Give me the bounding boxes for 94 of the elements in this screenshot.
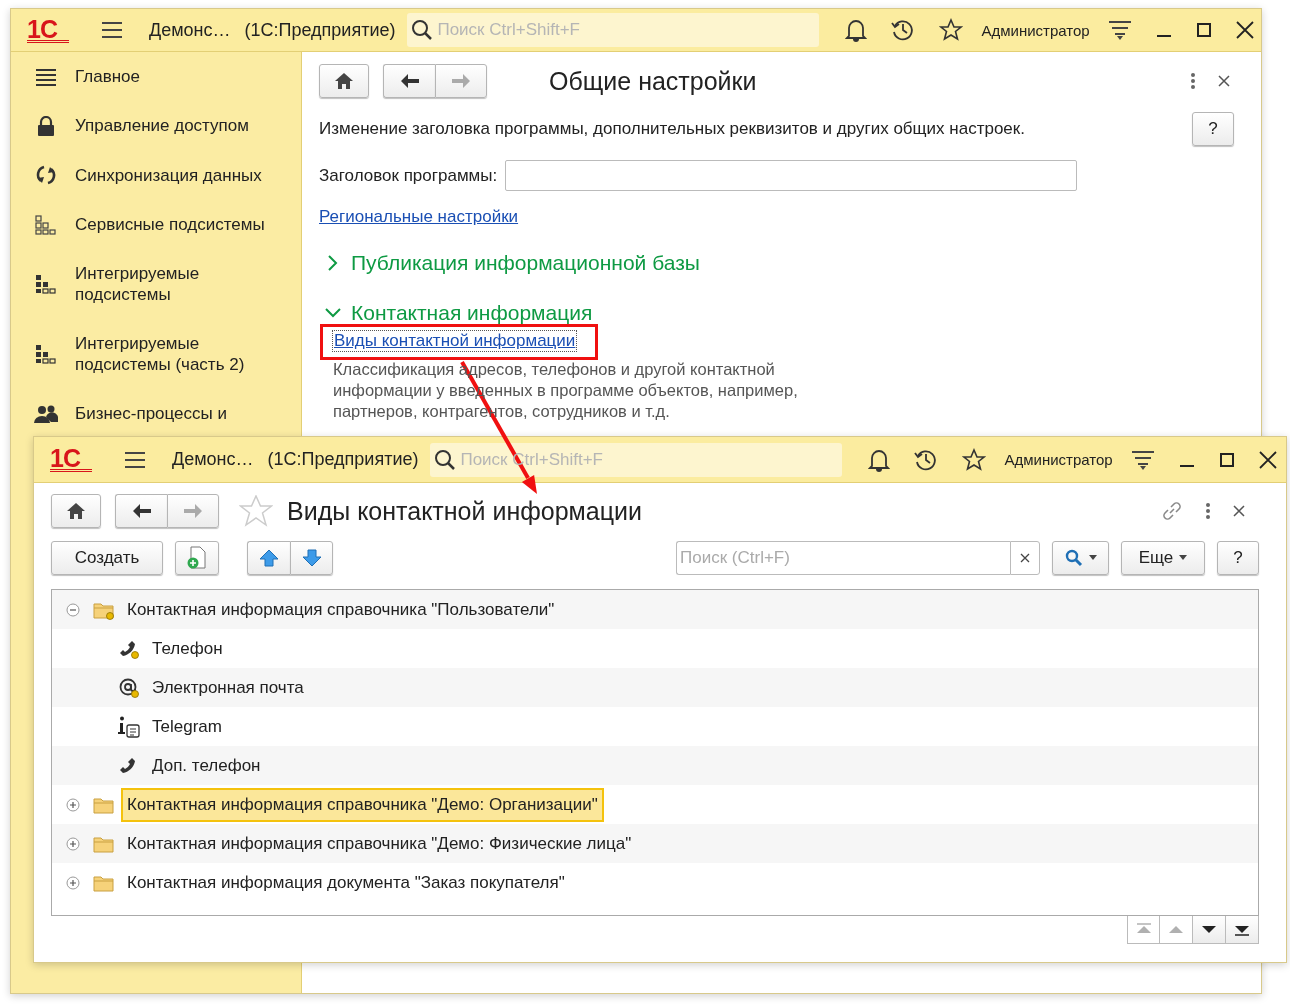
field-label: Заголовок программы: — [319, 165, 498, 186]
new-document-icon — [186, 545, 208, 570]
move-up-button[interactable] — [247, 540, 290, 575]
home-button[interactable] — [51, 494, 101, 528]
scroll-down-button[interactable] — [1193, 916, 1226, 944]
bell-icon[interactable] — [868, 447, 891, 472]
filter-icon[interactable] — [1107, 19, 1132, 41]
tree-item[interactable]: Телефон — [146, 631, 229, 666]
help-button[interactable]: ? — [1192, 112, 1234, 146]
bell-icon[interactable] — [845, 18, 868, 42]
sidebar-item[interactable]: Интегрируемые подсистемы — [75, 263, 285, 305]
app-logo: 1С — [50, 447, 92, 472]
program-title-field[interactable] — [505, 160, 1078, 191]
tree-item[interactable]: Электронная почта — [146, 670, 310, 705]
up-arrow-icon — [1167, 923, 1185, 936]
arrow-right-icon — [183, 503, 203, 519]
form-title: Общие настройки — [549, 66, 757, 96]
home-button[interactable] — [319, 64, 369, 98]
global-search-field[interactable]: Поиск Ctrl+Shift+F — [407, 13, 820, 47]
user-name[interactable]: Администратор — [981, 21, 1090, 39]
expand-icon[interactable] — [66, 875, 80, 890]
search-icon — [1064, 548, 1083, 567]
collapse-icon[interactable] — [66, 602, 80, 617]
tree-item[interactable]: Контактная информация справочника "Демо: Организации" — [121, 787, 604, 822]
back-button[interactable] — [115, 494, 167, 528]
search-button[interactable] — [1052, 540, 1109, 575]
form-title: Виды контактной информации — [287, 496, 642, 526]
home-icon — [66, 502, 86, 520]
arrow-left-icon — [399, 73, 420, 89]
list-search-field[interactable]: Поиск (Ctrl+F) — [676, 540, 1010, 575]
form-description: Изменение заголовка программы, дополнительных реквизитов и других общих настроек. — [319, 119, 1025, 139]
tree-item[interactable]: Доп. телефон — [146, 748, 267, 783]
arrow-down-icon — [301, 548, 322, 567]
star-icon[interactable] — [939, 18, 964, 42]
close-icon[interactable] — [1233, 505, 1245, 517]
grid-icon — [34, 214, 58, 235]
section-header[interactable]: Контактная информация — [325, 301, 593, 325]
search-icon[interactable] — [411, 19, 434, 41]
add-document-button[interactable] — [175, 540, 219, 575]
menu-icon[interactable] — [100, 21, 123, 39]
down-arrow-icon — [1200, 923, 1218, 936]
blocks-icon — [34, 344, 58, 364]
close-icon[interactable] — [1235, 21, 1254, 39]
maximize-icon[interactable] — [1218, 451, 1235, 468]
sidebar-item[interactable]: Главное — [75, 66, 285, 87]
move-down-button[interactable] — [290, 540, 333, 575]
arrow-right-icon — [451, 73, 471, 89]
blocks-icon — [34, 274, 58, 294]
back-button[interactable] — [383, 64, 435, 98]
sidebar-item[interactable]: Интегрируемые подсистемы (часть 2) — [75, 333, 285, 375]
sync-icon — [34, 164, 58, 186]
more-button[interactable]: Еще — [1121, 540, 1205, 575]
close-icon[interactable] — [1258, 450, 1277, 469]
maximize-icon[interactable] — [1195, 22, 1212, 38]
history-icon[interactable] — [891, 18, 916, 42]
contact-kinds-link[interactable]: Виды контактной информации — [333, 331, 577, 351]
home-icon — [334, 72, 354, 90]
history-icon[interactable] — [914, 447, 939, 472]
app-logo: 1С — [27, 17, 69, 43]
regional-settings-link[interactable]: Региональные настройки — [319, 207, 519, 227]
sidebar-item[interactable]: Бизнес-процессы и — [75, 403, 285, 424]
expand-icon[interactable] — [66, 836, 80, 851]
platform-name: (1С:Предприятие) — [244, 19, 396, 41]
menu-icon — [34, 67, 58, 86]
link-icon[interactable] — [1161, 500, 1183, 522]
create-button[interactable]: Создать — [51, 540, 163, 575]
search-icon[interactable] — [434, 448, 457, 471]
top-arrow-icon — [1134, 923, 1153, 936]
section-header[interactable]: Публикация информационной базы — [325, 251, 700, 275]
expand-icon[interactable] — [66, 797, 80, 812]
help-button[interactable]: ? — [1217, 540, 1259, 575]
menu-icon[interactable] — [123, 450, 146, 469]
star-icon[interactable] — [962, 447, 987, 472]
close-icon[interactable] — [1218, 75, 1230, 87]
more-icon[interactable] — [1205, 502, 1211, 520]
tree-item[interactable]: Telegram — [146, 709, 228, 744]
app-title: Демонс… — [148, 19, 231, 41]
arrow-left-icon — [131, 503, 152, 519]
caret-icon — [1179, 555, 1188, 560]
caret-icon — [1088, 555, 1097, 560]
app-title: Демонс… — [171, 449, 254, 470]
arrow-up-icon — [259, 548, 279, 567]
sidebar-item[interactable]: Управление доступом — [75, 115, 285, 136]
bottom-arrow-icon — [1233, 923, 1251, 936]
platform-name: (1С:Предприятие) — [267, 449, 419, 470]
filter-icon[interactable] — [1130, 448, 1155, 471]
tree-item[interactable]: Контактная информация документа "Заказ покупателя" — [121, 865, 571, 900]
scroll-bottom-button[interactable] — [1226, 916, 1259, 944]
user-name[interactable]: Администратор — [1004, 451, 1113, 468]
people-icon — [34, 403, 58, 424]
sidebar-item[interactable]: Сервисные подсистемы — [75, 214, 285, 235]
close-icon — [1020, 552, 1030, 563]
more-icon[interactable] — [1190, 72, 1196, 90]
sidebar-item[interactable]: Синхронизация данных — [75, 164, 285, 186]
